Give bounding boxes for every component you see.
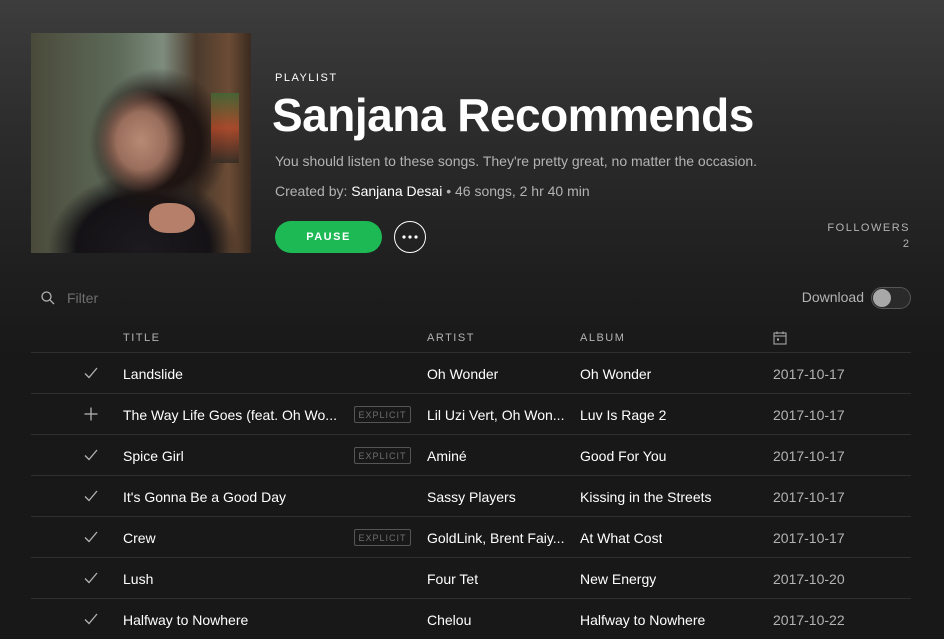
- track-artist[interactable]: Oh Wonder: [427, 366, 498, 382]
- track-artist[interactable]: Chelou: [427, 612, 471, 628]
- playlist-description: You should listen to these songs. They'r…: [275, 153, 758, 169]
- track-title[interactable]: Landslide: [123, 366, 183, 382]
- track-date-added: 2017-10-17: [773, 530, 845, 546]
- created-by-label: Created by:: [275, 183, 348, 199]
- more-options-icon: [402, 235, 418, 239]
- track-album[interactable]: Kissing in the Streets: [580, 489, 712, 505]
- track-title[interactable]: It's Gonna Be a Good Day: [123, 489, 286, 505]
- track-date-added: 2017-10-17: [773, 448, 845, 464]
- track-title[interactable]: Spice Girl: [123, 448, 184, 464]
- playlist-title: Sanjana Recommends: [272, 89, 754, 141]
- track-date-added: 2017-10-20: [773, 571, 845, 587]
- column-header-title[interactable]: TITLE: [123, 332, 160, 344]
- track-row[interactable]: Lush Four Tet New Energy 2017-10-20: [31, 558, 911, 599]
- track-date-added: 2017-10-17: [773, 407, 845, 423]
- cover-hand-detail: [149, 203, 195, 233]
- filter-box: [41, 288, 227, 308]
- track-artist[interactable]: Sassy Players: [427, 489, 516, 505]
- track-row[interactable]: Spice Girl EXPLICIT Aminé Good For You 2017-…: [31, 435, 911, 476]
- playlist-meta: Created by: Sanjana Desai • 46 songs, 2 …: [275, 183, 590, 199]
- check-icon: [84, 572, 98, 584]
- track-album[interactable]: Halfway to Nowhere: [580, 612, 705, 628]
- explicit-badge: EXPLICIT: [354, 406, 411, 423]
- column-header-album[interactable]: ALBUM: [580, 332, 625, 344]
- saved-toggle[interactable]: [83, 488, 99, 504]
- followers-label: FOLLOWERS: [827, 222, 910, 234]
- track-artist[interactable]: GoldLink, Brent Faiy...: [427, 530, 564, 546]
- toggle-knob: [873, 289, 891, 307]
- track-row[interactable]: The Way Life Goes (feat. Oh Wo... EXPLICI…: [31, 394, 911, 435]
- track-title[interactable]: Halfway to Nowhere: [123, 612, 248, 628]
- track-row[interactable]: Halfway to Nowhere Chelou Halfway to Nowhe…: [31, 599, 911, 639]
- check-icon: [84, 367, 98, 379]
- track-title[interactable]: The Way Life Goes (feat. Oh Wo...: [123, 407, 337, 423]
- more-options-button[interactable]: [394, 221, 426, 253]
- saved-toggle[interactable]: [83, 447, 99, 463]
- playlist-type-label: PLAYLIST: [275, 72, 338, 84]
- track-row[interactable]: Crew EXPLICIT GoldLink, Brent Faiy... At Wh…: [31, 517, 911, 558]
- track-row[interactable]: Landslide Oh Wonder Oh Wonder 2017-10-17: [31, 353, 911, 394]
- track-album[interactable]: New Energy: [580, 571, 656, 587]
- track-artist[interactable]: Four Tet: [427, 571, 478, 587]
- saved-toggle[interactable]: [83, 611, 99, 627]
- check-icon: [84, 613, 98, 625]
- track-date-added: 2017-10-17: [773, 489, 845, 505]
- track-table-header: TITLE ARTIST ALBUM: [31, 326, 911, 353]
- saved-toggle[interactable]: [83, 529, 99, 545]
- filter-input[interactable]: [67, 290, 227, 306]
- check-icon: [84, 449, 98, 461]
- playlist-page: PLAYLIST Sanjana Recommends You should l…: [0, 0, 944, 639]
- check-icon: [84, 531, 98, 543]
- track-album[interactable]: Oh Wonder: [580, 366, 651, 382]
- track-date-added: 2017-10-22: [773, 612, 845, 628]
- saved-toggle[interactable]: [83, 570, 99, 586]
- track-artist[interactable]: Aminé: [427, 448, 467, 464]
- track-album[interactable]: At What Cost: [580, 530, 662, 546]
- explicit-badge: EXPLICIT: [354, 447, 411, 464]
- cover-background-detail: [211, 93, 239, 163]
- pause-button[interactable]: PAUSE: [275, 221, 382, 253]
- add-to-library-button[interactable]: [83, 406, 99, 422]
- column-header-artist[interactable]: ARTIST: [427, 332, 475, 344]
- check-icon: [84, 490, 98, 502]
- track-title[interactable]: Crew: [123, 530, 156, 546]
- calendar-icon[interactable]: [773, 331, 787, 345]
- track-album[interactable]: Luv Is Rage 2: [580, 407, 666, 423]
- plus-icon: [84, 407, 98, 421]
- playlist-stats: • 46 songs, 2 hr 40 min: [442, 183, 590, 199]
- track-row[interactable]: It's Gonna Be a Good Day Sassy Players Kis…: [31, 476, 911, 517]
- explicit-badge: EXPLICIT: [354, 529, 411, 546]
- owner-link[interactable]: Sanjana Desai: [351, 183, 442, 199]
- track-artist[interactable]: Lil Uzi Vert, Oh Won...: [427, 407, 564, 423]
- download-label: Download: [801, 289, 864, 305]
- followers-count: 2: [902, 238, 910, 250]
- playlist-cover-image[interactable]: [31, 33, 251, 253]
- saved-toggle[interactable]: [83, 365, 99, 381]
- search-icon: [41, 291, 55, 305]
- track-list: Landslide Oh Wonder Oh Wonder 2017-10-17 The…: [31, 353, 911, 639]
- track-title[interactable]: Lush: [123, 571, 153, 587]
- track-date-added: 2017-10-17: [773, 366, 845, 382]
- track-album[interactable]: Good For You: [580, 448, 666, 464]
- download-toggle[interactable]: [871, 287, 911, 309]
